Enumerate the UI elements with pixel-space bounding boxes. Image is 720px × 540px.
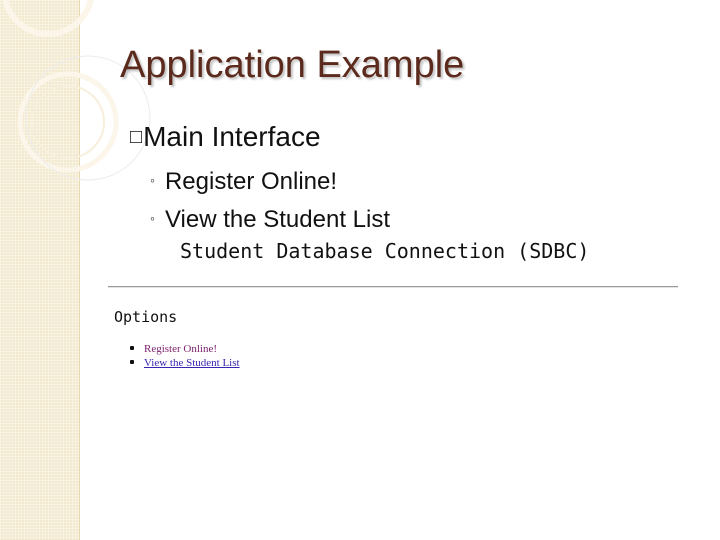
sub-bullet-list: ◦ Register Online! ◦ View the Student List: [150, 165, 390, 241]
ring-bullet-icon: ◦: [150, 172, 155, 188]
list-item: View the Student List: [130, 356, 240, 370]
options-link-list: Register Online! View the Student List: [130, 342, 240, 370]
register-online-link[interactable]: Register Online!: [144, 343, 217, 355]
sdbc-page-title: Student Database Connection (SDBC): [180, 239, 590, 263]
sub-bullet-label: View the Student List: [164, 206, 391, 233]
ring-bullet-icon: ◦: [150, 210, 155, 226]
main-bullet: □Main Interface: [130, 121, 321, 153]
bullet-dot-icon: [130, 360, 134, 364]
main-bullet-label: Main Interface: [143, 121, 321, 152]
options-heading: Options: [114, 308, 178, 326]
list-item: Register Online!: [130, 342, 240, 356]
sub-bullet-label: Register Online!: [164, 168, 338, 195]
horizontal-rule: [108, 286, 678, 288]
embedded-web-screenshot: Student Database Connection (SDBC) Optio…: [108, 236, 688, 386]
square-bullet-icon: □: [130, 126, 143, 148]
bullet-dot-icon: [130, 346, 134, 350]
sub-bullet-item: ◦ Register Online!: [150, 165, 390, 203]
decorative-circles: [2, 0, 151, 181]
slide-title: Application Example: [120, 44, 465, 86]
view-student-list-link[interactable]: View the Student List: [144, 357, 240, 369]
